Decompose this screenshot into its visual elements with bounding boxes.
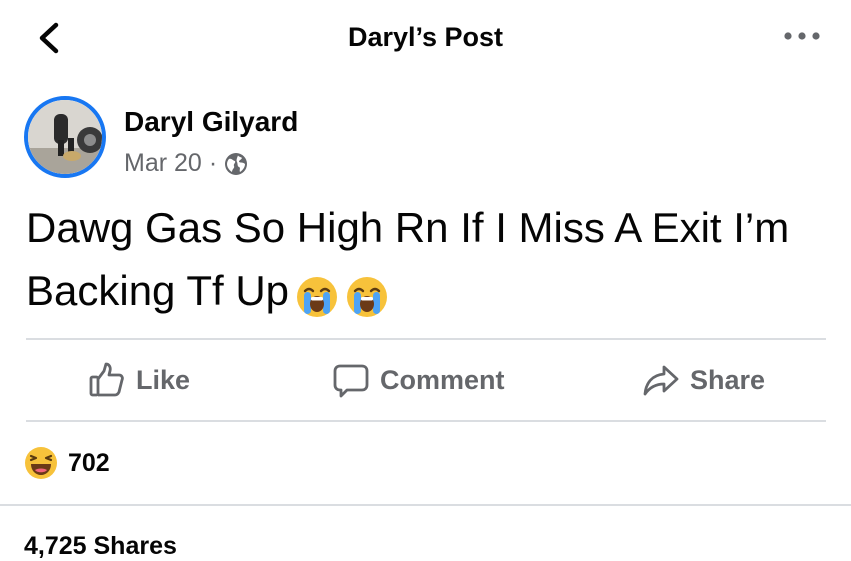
globe-icon xyxy=(224,152,248,176)
loudly-crying-face-icon xyxy=(345,262,389,325)
header-bar: Daryl’s Post xyxy=(0,0,851,78)
haha-reaction-icon xyxy=(24,446,58,480)
post-date[interactable]: Mar 20 xyxy=(124,149,202,178)
avatar-photo xyxy=(28,100,102,174)
reactions-summary[interactable]: 702 xyxy=(24,446,110,480)
share-arrow-icon xyxy=(642,361,680,399)
loudly-crying-face-icon xyxy=(295,262,339,325)
share-button[interactable]: Share xyxy=(642,358,765,402)
comment-bubble-icon xyxy=(332,361,370,399)
thumbs-up-icon xyxy=(88,361,126,399)
more-dots-icon xyxy=(784,32,820,40)
page-title: Daryl’s Post xyxy=(347,22,504,52)
more-options-button[interactable] xyxy=(780,24,824,48)
author-name[interactable]: Daryl Gilyard xyxy=(124,106,298,138)
like-button[interactable]: Like xyxy=(88,358,190,402)
meta-separator: · xyxy=(208,149,218,177)
post-page: Daryl’s Post Daryl Gilyard Mar 20 · Dawg… xyxy=(0,0,851,561)
shares-count[interactable]: 4,725 Shares xyxy=(24,532,177,561)
divider xyxy=(26,338,826,340)
post-body: Dawg Gas So High Rn If I Miss A Exit I’m… xyxy=(26,204,790,314)
post-meta: Mar 20 · xyxy=(124,149,248,178)
share-label: Share xyxy=(690,364,766,395)
comment-button[interactable]: Comment xyxy=(332,358,505,402)
post-text: Dawg Gas So High Rn If I Miss A Exit I’m… xyxy=(26,196,826,325)
comment-label: Comment xyxy=(380,364,505,395)
reaction-count: 702 xyxy=(68,448,110,477)
avatar[interactable] xyxy=(24,96,106,178)
divider xyxy=(26,420,826,422)
like-label: Like xyxy=(136,364,191,395)
divider xyxy=(0,504,851,506)
